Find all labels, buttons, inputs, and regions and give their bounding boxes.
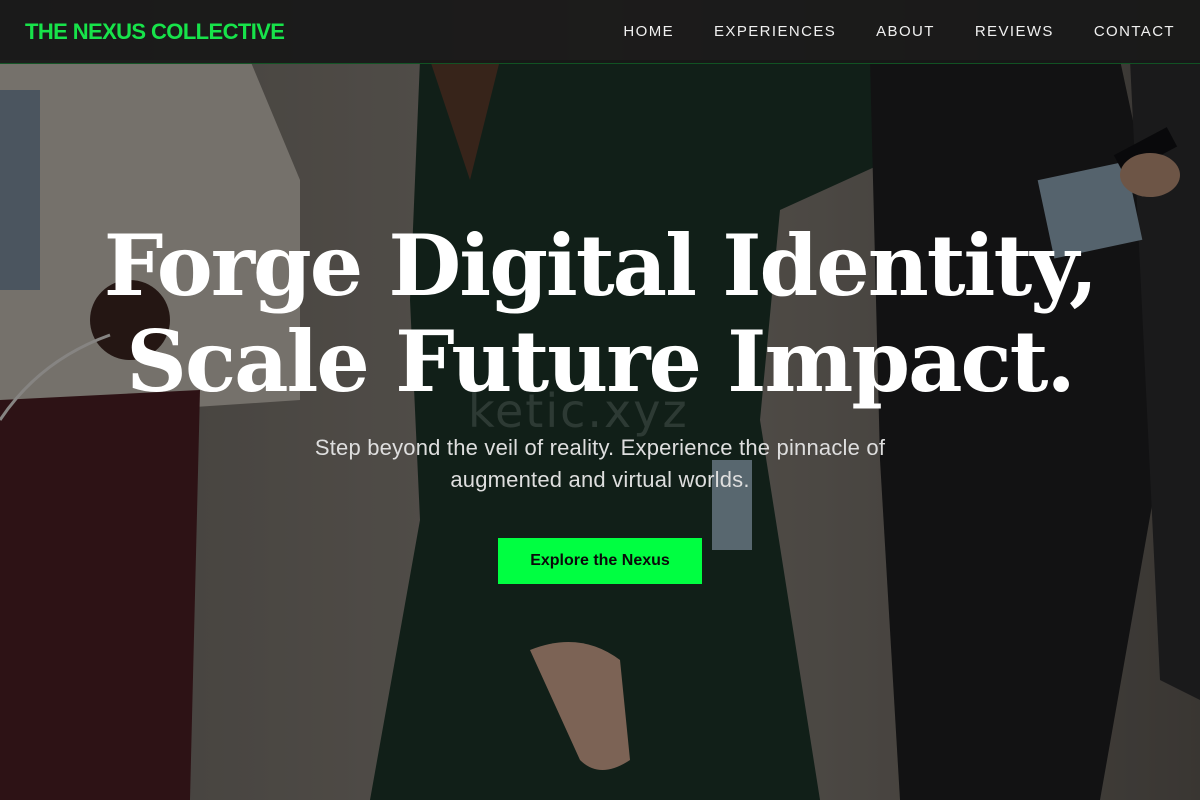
hero-section: Forge Digital Identity, Scale Future Imp… (0, 218, 1200, 584)
nav-about-link[interactable]: ABOUT (876, 23, 935, 40)
hero-title: Forge Digital Identity, Scale Future Imp… (0, 218, 1200, 410)
main-nav: HOME EXPERIENCES ABOUT REVIEWS CONTACT (623, 23, 1175, 40)
hero-title-line2: Scale Future Impact. (126, 312, 1075, 411)
hero-title-line1: Forge Digital Identity, (103, 216, 1099, 315)
brand-logo[interactable]: THE NEXUS COLLECTIVE (25, 19, 285, 45)
nav-experiences-link[interactable]: EXPERIENCES (714, 23, 836, 40)
nav-reviews-link[interactable]: REVIEWS (975, 23, 1054, 40)
hero-subtitle: Step beyond the veil of reality. Experie… (314, 435, 886, 492)
nav-home-link[interactable]: HOME (623, 23, 674, 40)
explore-nexus-button[interactable]: Explore the Nexus (498, 538, 702, 584)
top-navbar: THE NEXUS COLLECTIVE HOME EXPERIENCES AB… (0, 0, 1200, 64)
nav-contact-link[interactable]: CONTACT (1094, 23, 1175, 40)
